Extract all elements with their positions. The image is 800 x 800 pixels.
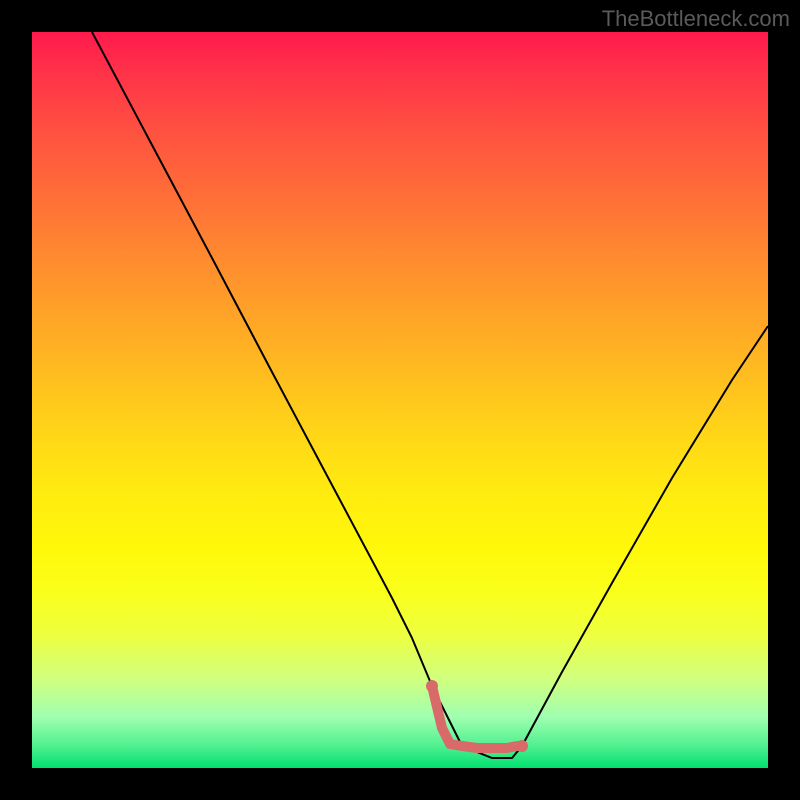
chart-plot-area <box>32 32 768 768</box>
flat-bottom-marker <box>432 686 522 748</box>
chart-svg <box>32 32 768 768</box>
marker-endpoint-right <box>516 740 528 752</box>
watermark-text: TheBottleneck.com <box>602 6 790 32</box>
marker-endpoint-left <box>426 680 438 692</box>
main-curve <box>92 32 768 758</box>
